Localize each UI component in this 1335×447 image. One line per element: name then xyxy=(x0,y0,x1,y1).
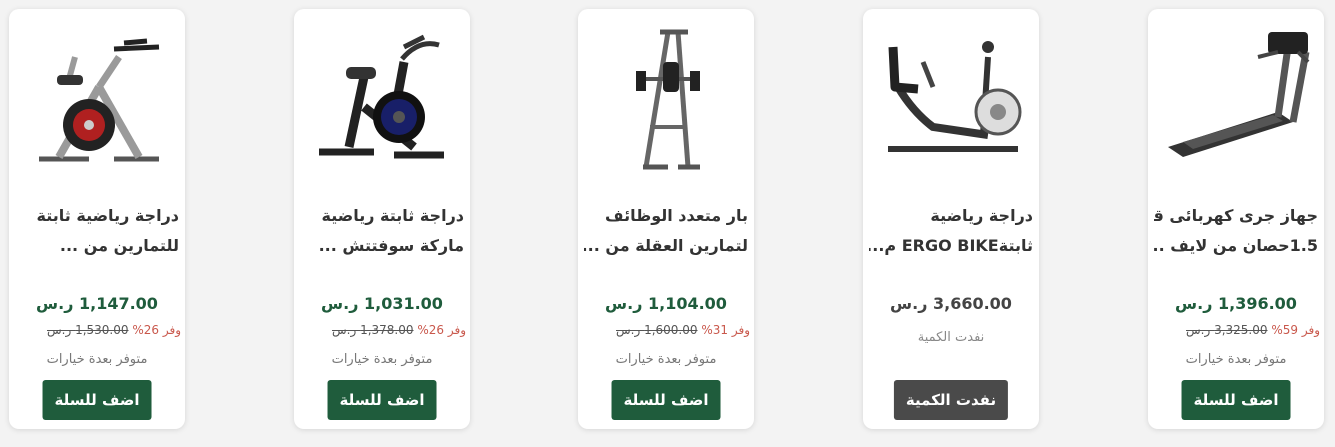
product-title[interactable]: دراجة ثابتة رياضية ماركة سوفتتش ... xyxy=(300,201,464,261)
discount-row: وفر 26% 1,530.00 ر.س xyxy=(9,323,185,337)
title-line: ثابتةERGO BIKE م... xyxy=(869,236,1033,255)
price: 1,396.00 ر.س xyxy=(1175,294,1297,313)
save-badge: وفر 26% xyxy=(417,323,466,337)
title-line: دراجة ثابتة رياضية xyxy=(321,206,464,225)
title-line: للتمارين من ... xyxy=(59,236,179,255)
add-to-cart-button[interactable]: اضف للسلة xyxy=(611,380,721,420)
save-badge: وفر 59% xyxy=(1271,323,1320,337)
product-title[interactable]: دراجة رياضية ثابتةERGO BIKE م... xyxy=(869,201,1033,261)
discount-row: وفر 59% 3,325.00 ر.س xyxy=(1148,323,1324,337)
availability-text: متوفر بعدة خيارات xyxy=(1185,352,1287,367)
title-line: بار متعدد الوظائف xyxy=(605,206,748,225)
product-card[interactable]: دراجة رياضية ثابتةERGO BIKE م... 3,660.0… xyxy=(863,9,1039,429)
product-title[interactable]: بار متعدد الوظائف لتمارين العقلة من ... xyxy=(584,201,748,261)
product-card[interactable]: بار متعدد الوظائف لتمارين العقلة من ... … xyxy=(578,9,754,429)
title-line: دراجة رياضية xyxy=(930,206,1033,225)
availability-text: متوفر بعدة خيارات xyxy=(615,352,717,367)
title-line: 1.5حصان من لايف .. xyxy=(1154,236,1318,255)
treadmill-image[interactable] xyxy=(1158,17,1314,177)
old-price: 3,325.00 ر.س xyxy=(1186,323,1268,337)
old-price: 1,600.00 ر.س xyxy=(616,323,698,337)
out-of-stock-text: نفدت الكمية xyxy=(917,330,985,345)
price: 1,147.00 ر.س xyxy=(36,294,158,313)
add-to-cart-button[interactable]: اضف للسلة xyxy=(42,380,152,420)
product-card[interactable]: جهاز جرى كهربائى قوة 1.5حصان من لايف .. … xyxy=(1148,9,1324,429)
add-to-cart-button[interactable]: اضف للسلة xyxy=(1181,380,1291,420)
spin-bike-image[interactable] xyxy=(19,17,175,177)
product-card[interactable]: دراجة رياضية ثابتة للتمارين من ... 1,147… xyxy=(9,9,185,429)
title-line: ماركة سوفتتش ... xyxy=(318,236,464,255)
discount-row: وفر 26% 1,378.00 ر.س xyxy=(294,323,470,337)
price: 1,104.00 ر.س xyxy=(605,294,727,313)
save-badge: وفر 26% xyxy=(132,323,181,337)
power-tower-image[interactable] xyxy=(588,17,744,177)
product-card[interactable]: دراجة ثابتة رياضية ماركة سوفتتش ... 1,03… xyxy=(294,9,470,429)
availability-text: متوفر بعدة خيارات xyxy=(331,352,433,367)
product-title[interactable]: جهاز جرى كهربائى قوة 1.5حصان من لايف .. xyxy=(1154,201,1318,261)
title-line: لتمارين العقلة من ... xyxy=(584,236,748,255)
discount-row: وفر 31% 1,600.00 ر.س xyxy=(578,323,754,337)
old-price: 1,530.00 ر.س xyxy=(47,323,129,337)
title-line: جهاز جرى كهربائى قوة xyxy=(1154,206,1318,225)
spin-bike-image[interactable] xyxy=(304,17,460,177)
add-to-cart-button[interactable]: اضف للسلة xyxy=(327,380,437,420)
recumbent-bike-image[interactable] xyxy=(873,17,1029,177)
price: 3,660.00 ر.س xyxy=(890,294,1012,313)
save-badge: وفر 31% xyxy=(701,323,750,337)
product-title[interactable]: دراجة رياضية ثابتة للتمارين من ... xyxy=(15,201,179,261)
title-line: دراجة رياضية ثابتة xyxy=(36,206,179,225)
old-price: 1,378.00 ر.س xyxy=(332,323,414,337)
price: 1,031.00 ر.س xyxy=(321,294,443,313)
availability-text: متوفر بعدة خيارات xyxy=(46,352,148,367)
out-of-stock-button[interactable]: نفدت الكمية xyxy=(893,380,1009,420)
